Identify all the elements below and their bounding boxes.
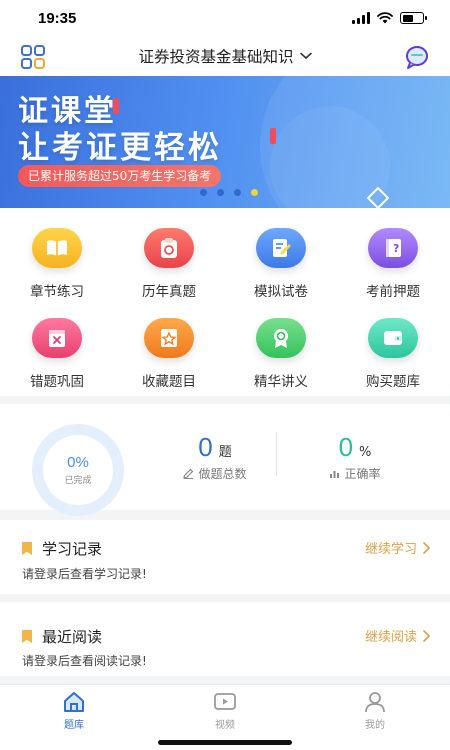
grid-item-predicted-questions[interactable]: ? 考前押题 bbox=[337, 228, 449, 308]
message-icon[interactable] bbox=[404, 44, 430, 70]
tab-question-bank[interactable]: 题库 bbox=[34, 691, 114, 731]
grid-label: 历年真题 bbox=[142, 284, 196, 300]
grid-label: 精华讲义 bbox=[254, 374, 308, 390]
done-count-stat: 0 题 做题总数 bbox=[165, 432, 265, 482]
category-grid-icon[interactable] bbox=[20, 44, 46, 70]
status-time: 19:35 bbox=[38, 9, 77, 27]
section-title: 学习记录 bbox=[42, 540, 103, 558]
chevron-right-icon bbox=[423, 541, 430, 554]
tab-label: 题库 bbox=[64, 720, 84, 731]
stat-divider bbox=[276, 432, 277, 476]
grid-label: 章节练习 bbox=[30, 284, 84, 300]
status-icons bbox=[352, 12, 427, 24]
accuracy-value: 0 bbox=[338, 432, 354, 462]
cellular-signal-icon bbox=[352, 12, 370, 24]
banner-tag: 已累计服务超过50万考生学习备考 bbox=[18, 165, 222, 187]
subject-title: 证券投资基金基础知识 bbox=[138, 48, 294, 66]
tab-label: 我的 bbox=[365, 720, 385, 731]
banner-accent-mark bbox=[270, 128, 276, 144]
clipboard-icon bbox=[144, 228, 194, 268]
question-book-icon: ? bbox=[368, 228, 418, 268]
continue-reading-label: 继续阅读 bbox=[364, 630, 417, 645]
nav-bar: 证券投资基金基础知识 bbox=[0, 36, 450, 76]
feature-grid: 章节练习 历年真题 模拟试卷 ? 考前押题 错题巩固 收藏题目 精华讲义 购买题… bbox=[0, 208, 450, 396]
done-count-unit: 题 bbox=[218, 445, 232, 460]
progress-stats-card: 0% 已完成 0 题 做题总数 0 % 正确率 bbox=[0, 404, 450, 516]
home-indicator bbox=[158, 740, 292, 745]
carousel-dot[interactable] bbox=[217, 189, 224, 196]
grid-label: 购买题库 bbox=[366, 374, 420, 390]
completion-label: 已完成 bbox=[64, 476, 92, 486]
section-title: 最近阅读 bbox=[42, 628, 103, 646]
promo-banner[interactable]: 证课堂 让考证更轻松 已累计服务超过50万考生学习备考 bbox=[0, 76, 450, 208]
carousel-dot[interactable] bbox=[200, 189, 207, 196]
grid-item-buy-question-bank[interactable]: 购买题库 bbox=[337, 318, 449, 398]
banner-title-line2: 让考证更轻松 bbox=[18, 130, 222, 166]
home-icon bbox=[64, 692, 84, 712]
carousel-indicator[interactable] bbox=[200, 189, 258, 196]
tab-video[interactable]: 视频 bbox=[185, 691, 265, 731]
wifi-icon bbox=[377, 12, 393, 24]
study-record-section: 学习记录 继续学习 请登录后查看学习记录! bbox=[0, 520, 450, 594]
status-bar: 19:35 bbox=[0, 0, 450, 36]
accuracy-label: 正确率 bbox=[344, 467, 381, 481]
pencil-icon bbox=[183, 468, 194, 479]
recent-reading-section: 最近阅读 继续阅读 请登录后查看阅读记录! bbox=[0, 602, 450, 676]
completion-percent: 0% bbox=[67, 454, 89, 471]
svg-text:?: ? bbox=[393, 242, 399, 255]
tab-label: 视频 bbox=[215, 720, 235, 731]
book-icon bbox=[32, 228, 82, 268]
bar-chart-icon bbox=[330, 471, 340, 478]
grid-item-chapter-practice[interactable]: 章节练习 bbox=[1, 228, 113, 308]
carousel-dot[interactable] bbox=[234, 189, 241, 196]
medal-icon bbox=[256, 318, 306, 358]
grid-item-lecture-notes[interactable]: 精华讲义 bbox=[225, 318, 337, 398]
accuracy-unit: % bbox=[359, 445, 372, 460]
bookmark-icon bbox=[22, 542, 32, 555]
grid-item-mock-exam[interactable]: 模拟试卷 bbox=[225, 228, 337, 308]
grid-item-favorites[interactable]: 收藏题目 bbox=[113, 318, 225, 398]
study-record-note: 请登录后查看学习记录! bbox=[22, 567, 147, 581]
carousel-dot[interactable] bbox=[251, 189, 258, 196]
wallet-icon bbox=[368, 318, 418, 358]
grid-label: 收藏题目 bbox=[142, 374, 196, 390]
accuracy-stat: 0 % 正确率 bbox=[305, 432, 405, 482]
grid-label: 模拟试卷 bbox=[254, 284, 308, 300]
continue-study-link[interactable]: 继续学习 bbox=[365, 538, 430, 557]
user-icon bbox=[365, 692, 385, 713]
grid-item-past-exams[interactable]: 历年真题 bbox=[113, 228, 225, 308]
tab-me[interactable]: 我的 bbox=[335, 691, 415, 731]
recent-reading-note: 请登录后查看阅读记录! bbox=[22, 654, 147, 668]
continue-reading-link[interactable]: 继续阅读 bbox=[365, 626, 430, 645]
wrong-book-icon bbox=[32, 318, 82, 358]
chevron-down-icon bbox=[299, 52, 312, 60]
banner-accent-mark bbox=[113, 98, 119, 114]
subject-selector[interactable]: 证券投资基金基础知识 bbox=[138, 45, 312, 67]
grid-label: 考前押题 bbox=[366, 284, 420, 300]
completion-ring: 0% 已完成 bbox=[32, 424, 124, 516]
grid-item-wrong-questions[interactable]: 错题巩固 bbox=[1, 318, 113, 398]
video-icon bbox=[214, 693, 236, 710]
exam-paper-icon bbox=[256, 228, 306, 268]
grid-label: 错题巩固 bbox=[30, 374, 84, 390]
bookmark-icon bbox=[22, 630, 32, 643]
battery-icon bbox=[400, 12, 427, 24]
star-icon bbox=[144, 318, 194, 358]
continue-study-label: 继续学习 bbox=[364, 542, 417, 557]
done-count-value: 0 bbox=[198, 432, 213, 462]
done-count-label: 做题总数 bbox=[198, 467, 247, 481]
chevron-right-icon bbox=[423, 629, 430, 642]
